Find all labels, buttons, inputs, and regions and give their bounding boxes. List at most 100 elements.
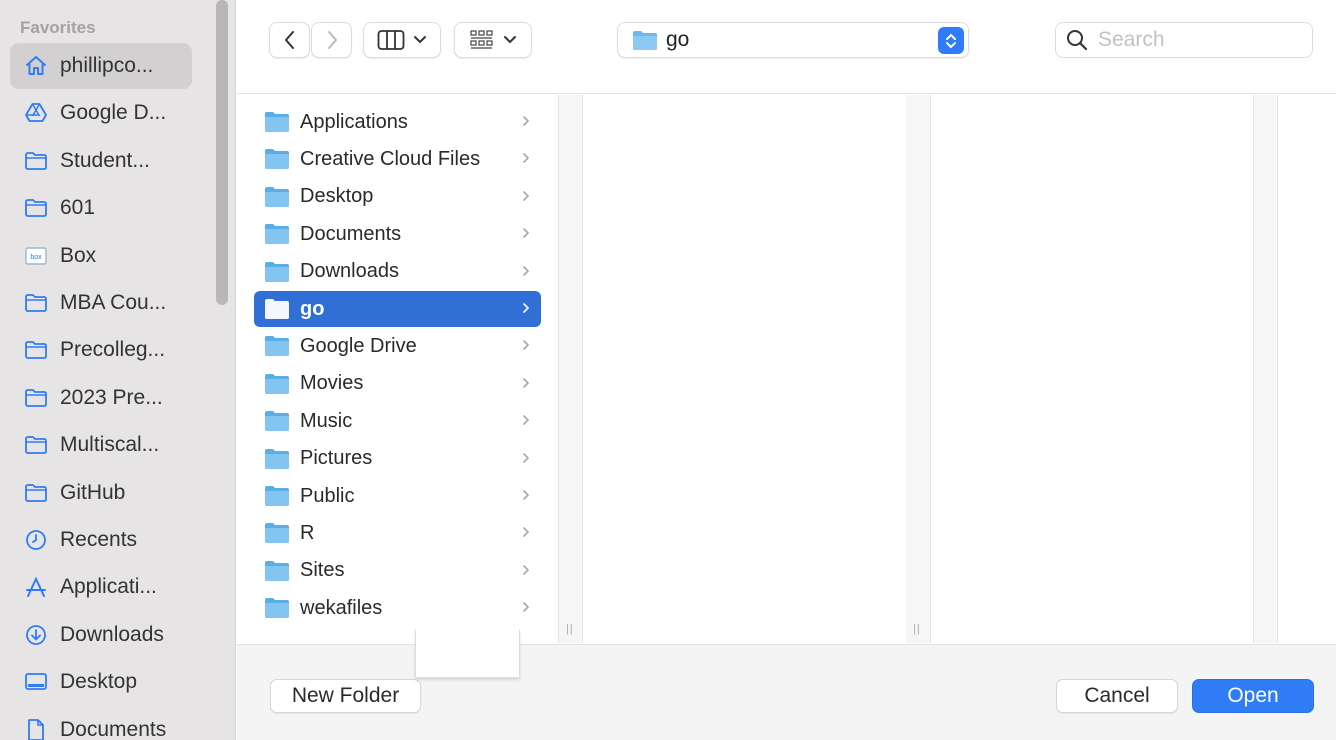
view-mode-button[interactable]	[363, 22, 441, 58]
file-row[interactable]: Pictures	[254, 441, 541, 477]
chevron-right-icon	[521, 598, 531, 622]
chevron-down-icon	[504, 36, 516, 44]
new-folder-button[interactable]: New Folder	[270, 679, 421, 713]
column-resize-grip[interactable]: ||	[913, 623, 921, 635]
sidebar-item[interactable]: Recents	[10, 517, 192, 563]
search-field[interactable]	[1055, 22, 1313, 58]
file-row[interactable]: Google Drive	[254, 328, 541, 364]
sidebar-item-label: Box	[60, 243, 97, 267]
sidebar-item[interactable]: GitHub	[10, 470, 192, 516]
chevron-down-icon	[414, 36, 426, 44]
chevron-right-icon	[521, 149, 531, 173]
file-row[interactable]: Applications	[254, 104, 541, 140]
location-stepper[interactable]	[938, 27, 964, 54]
chevron-right-icon	[521, 112, 531, 136]
file-row[interactable]: Public	[254, 478, 541, 514]
file-row[interactable]: Documents	[254, 216, 541, 252]
forward-button[interactable]	[311, 22, 352, 58]
chevron-right-icon	[521, 523, 531, 547]
sidebar-item-label: Downloads	[60, 622, 164, 646]
folder-icon	[264, 485, 290, 507]
sidebar-item[interactable]: 601	[10, 185, 192, 231]
open-button[interactable]: Open	[1192, 679, 1314, 713]
clock-icon	[23, 527, 49, 553]
column-divider	[930, 95, 931, 643]
chevron-left-icon	[284, 31, 294, 49]
column-browser: Applications Creative Cloud Files Desktop D…	[237, 95, 1336, 643]
sidebar-item-label: Applicati...	[60, 575, 157, 599]
folder-icon	[23, 480, 49, 506]
chevron-right-icon	[521, 486, 531, 510]
file-row-label: go	[300, 297, 325, 320]
group-button[interactable]	[454, 22, 532, 58]
chevron-right-icon	[327, 31, 337, 49]
sidebar-item[interactable]: Desktop	[10, 659, 192, 705]
folder-icon	[23, 195, 49, 221]
sidebar-item[interactable]: box Box	[10, 233, 192, 279]
file-row-label: Movies	[300, 372, 364, 395]
chevron-right-icon	[521, 262, 531, 286]
file-row-label: Sites	[300, 559, 345, 582]
sidebar-item[interactable]: Documents	[10, 707, 192, 740]
folder-icon	[264, 410, 290, 432]
file-row[interactable]: Sites	[254, 553, 541, 589]
file-row-label: Applications	[300, 110, 408, 133]
chevron-right-icon	[521, 336, 531, 360]
sidebar-item[interactable]: Precolleg...	[10, 327, 192, 373]
toolbar: go	[237, 0, 1336, 94]
folder-icon	[23, 290, 49, 316]
file-row[interactable]: Desktop	[254, 179, 541, 215]
box-icon: box	[23, 243, 49, 269]
cancel-button[interactable]: Cancel	[1056, 679, 1178, 713]
folder-icon	[264, 522, 290, 544]
chevron-right-icon	[521, 224, 531, 248]
search-icon	[1067, 30, 1088, 51]
folder-icon	[264, 335, 290, 357]
sidebar-item[interactable]: Student...	[10, 138, 192, 184]
file-row[interactable]: Movies	[254, 366, 541, 402]
file-row[interactable]: Music	[254, 403, 541, 439]
folder-icon	[264, 223, 290, 245]
search-input[interactable]	[1098, 28, 1298, 52]
file-row[interactable]: wekafiles	[254, 590, 541, 626]
folder-icon	[264, 597, 290, 619]
sidebar-scrollbar[interactable]	[216, 0, 228, 305]
desktop-icon	[23, 669, 49, 695]
sidebar-item[interactable]: Downloads	[10, 612, 192, 658]
file-row[interactable]: Creative Cloud Files	[254, 141, 541, 177]
column-resize-grip[interactable]: ||	[566, 623, 574, 635]
file-row[interactable]: go	[254, 291, 541, 327]
sidebar-item[interactable]: Applicati...	[10, 564, 192, 610]
location-popup[interactable]: go	[617, 22, 969, 58]
sidebar-item[interactable]: MBA Cou...	[10, 280, 192, 326]
sidebar-item-label: Desktop	[60, 670, 138, 694]
sidebar-item-label: phillipco...	[60, 54, 154, 77]
sidebar-item-label: Multiscal...	[60, 433, 160, 457]
location-label: go	[666, 28, 690, 51]
home-icon	[23, 53, 49, 79]
file-row[interactable]: Downloads	[254, 254, 541, 290]
chevron-right-icon	[521, 299, 531, 323]
column-resizer[interactable]	[558, 95, 582, 643]
sidebar-item[interactable]: Google D...	[10, 90, 192, 136]
sidebar-item-label: Google D...	[60, 101, 167, 125]
column-divider	[582, 95, 583, 643]
file-row[interactable]: R	[254, 515, 541, 551]
folder-icon	[264, 261, 290, 283]
sidebar-item[interactable]: 2023 Pre...	[10, 375, 192, 421]
column-resizer[interactable]	[1253, 95, 1277, 643]
back-button[interactable]	[269, 22, 310, 58]
columns-view-icon	[377, 30, 405, 50]
column-resizer[interactable]	[906, 95, 930, 643]
sidebar-item-label: Student...	[60, 148, 150, 172]
sidebar-item[interactable]: phillipco...	[10, 43, 192, 89]
column-home: Applications Creative Cloud Files Desktop D…	[237, 95, 558, 643]
file-row-label: Downloads	[300, 260, 399, 283]
folder-icon	[264, 560, 290, 582]
sidebar-item-label: 2023 Pre...	[60, 385, 163, 409]
chevron-right-icon	[521, 411, 531, 435]
sidebar-item[interactable]: Multiscal...	[10, 422, 192, 468]
svg-text:box: box	[30, 254, 42, 261]
folder-icon	[23, 432, 49, 458]
folder-icon	[633, 31, 657, 50]
